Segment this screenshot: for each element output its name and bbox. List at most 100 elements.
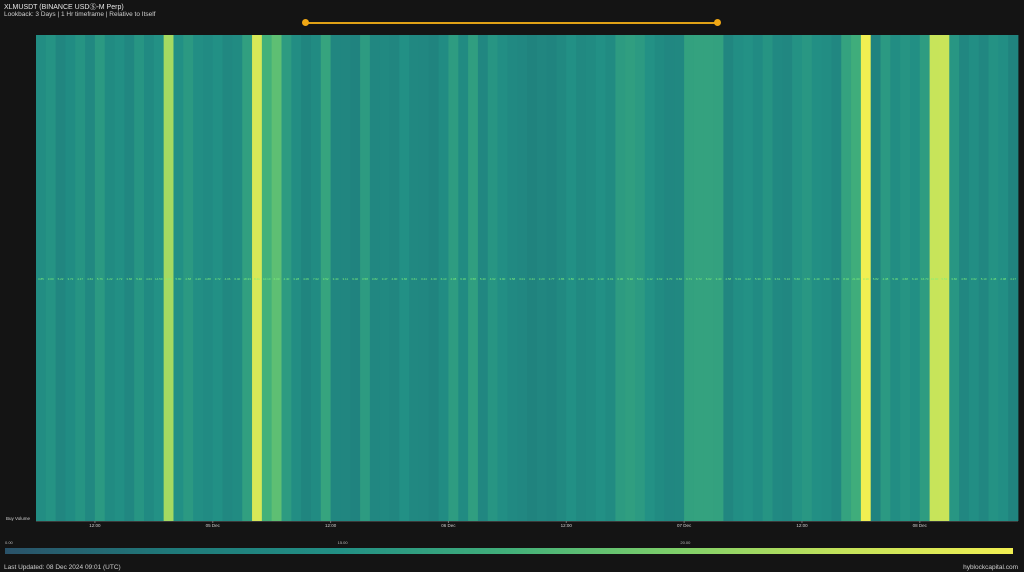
colorbar-tick: 0.00 [5,540,13,545]
cell-value-label: 5.40 [136,277,142,281]
cell-value-label: 6.10 [912,277,918,281]
cell-value-label: 3.20 [539,277,545,281]
cell-value-label: 5.76 [97,277,103,281]
cell-value-label: 4.48 [991,277,997,281]
cell-value-label: 6.62 [706,277,712,281]
x-tick-label: 06 Dec [441,523,456,528]
cell-value-label: 4.62 [490,277,496,281]
cell-value-label: 4.58 [725,277,731,281]
cell-value-label: 6.30 [617,277,623,281]
cell-value-label: 3.24 [421,277,427,281]
cell-value-label: 3.52 [323,277,329,281]
cell-value-label: 4.22 [745,277,751,281]
cell-value-label: 5.80 [175,277,181,281]
x-tick-label: 12:00 [796,523,808,528]
cell-value-label: 8.02 [843,277,849,281]
cell-value-label: 18.33 [243,277,251,281]
cell-value-label: 16.90 [931,277,939,281]
x-tick-label: 12:00 [561,523,573,528]
cell-value-label: 4.64 [87,277,93,281]
cell-value-label: 3.77 [549,277,555,281]
cell-value-label: 4.17 [77,277,83,281]
cell-value-label: 5.40 [480,277,486,281]
cell-value-label: 5.92 [627,277,633,281]
cell-value-label: 3.40 [716,277,722,281]
cell-value-label: 3.61 [411,277,417,281]
cell-value-label: 4.40 [814,277,820,281]
cell-value-label: 3.60 [824,277,830,281]
cell-value-label: 3.66 [401,277,407,281]
buy-volume-heatmap[interactable]: 3.85 3.00 5.22 3.72 4.17 4.64 5.76 4.22 4.72 3.66… [0,0,1024,540]
colorbar-tick: 20.00 [680,540,691,545]
cell-value-label: 6.00 [274,277,280,281]
cell-value-label: 4.38 [883,277,889,281]
cell-value-label: 3.82 [372,277,378,281]
cell-value-label: 4.72 [117,277,123,281]
cell-value-label: 5.60 [794,277,800,281]
cell-value-label: 6.72 [696,277,702,281]
cell-value-label: 5.04 [637,277,643,281]
cell-value-label: 3.00 [48,277,54,281]
cell-value-label: 3.90 [500,277,506,281]
cell-value-label: 4.20 [195,277,201,281]
cell-value-label: 3.61 [774,277,780,281]
cell-value-label: 3.40 [333,277,339,281]
cell-value-label: 3.10 [863,277,869,281]
cell-value-label: 4.12 [647,277,653,281]
cell-value-label: 4.92 [166,277,172,281]
cell-value-label: 3.60 [951,277,957,281]
x-tick-label: 05 Dec [206,523,221,528]
last-updated-text: Last Updated: 08 Dec 2024 09:01 (UTC) [4,564,121,571]
cell-value-label: 4.90 [392,277,398,281]
cell-value-label: 5.10 [981,277,987,281]
cell-value-label: 4.88 [205,277,211,281]
cell-value-label: 4.50 [961,277,967,281]
cell-value-label: 4.08 [450,277,456,281]
cell-value-label: 3.62 [971,277,977,281]
cell-value-label: 5.01 [735,277,741,281]
cell-value-label: 3.62 [657,277,663,281]
cell-value-label: 2.98 [1000,277,1006,281]
x-tick-label: 07 Dec [677,523,692,528]
cell-value-label: 3.66 [126,277,132,281]
cell-value-label: 3.80 [568,277,574,281]
cell-value-label: 5.30 [892,277,898,281]
cell-value-label: 3.88 [765,277,771,281]
colorbar-tick: 15.00 [337,540,348,545]
cell-value-label: 4.68 [902,277,908,281]
cell-value-label: 14.50 [155,277,163,281]
cell-value-label: 4.06 [225,277,231,281]
cell-value-label: 5.30 [755,277,761,281]
cell-value-label: 16.70 [921,277,929,281]
cell-value-label: 7.02 [313,277,319,281]
cell-value-label: 4.22 [107,277,113,281]
cell-value-label: 5.52 [941,277,947,281]
x-tick-label: 08 Dec [913,523,928,528]
cell-value-label: 3.58 [470,277,476,281]
cell-value-label: 6.30 [460,277,466,281]
cell-value-label: 4.58 [185,277,191,281]
cell-value-label: 6.60 [676,277,682,281]
cell-value-label: 8.41 [254,277,260,281]
cell-value-label: 3.28 [293,277,299,281]
cell-value-label: 6.40 [234,277,240,281]
cell-value-label: 6.02 [352,277,358,281]
cell-value-label: 5.10 [784,277,790,281]
cell-value-label: 3.58 [509,277,515,281]
cell-value-label: 4.06 [303,277,309,281]
cell-value-label: 10.10 [263,277,271,281]
cell-value-label: 3.58 [362,277,368,281]
cell-value-label: 5.82 [873,277,879,281]
cell-value-label: 3.01 [519,277,525,281]
row-label-buy-volume: Buy Volume [6,516,31,521]
cell-value-label: 4.10 [578,277,584,281]
cell-value-label: 5.22 [58,277,64,281]
x-tick-label: 12:00 [89,523,101,528]
cell-value-label: 3.11 [343,277,349,281]
cell-value-label: 4.40 [283,277,289,281]
cell-value-label: 4.04 [146,277,152,281]
cell-value-label: 4.30 [431,277,437,281]
cell-value-label: 3.85 [38,277,44,281]
cell-value-label: 4.86 [558,277,564,281]
cell-value-label: 3.72 [215,277,221,281]
